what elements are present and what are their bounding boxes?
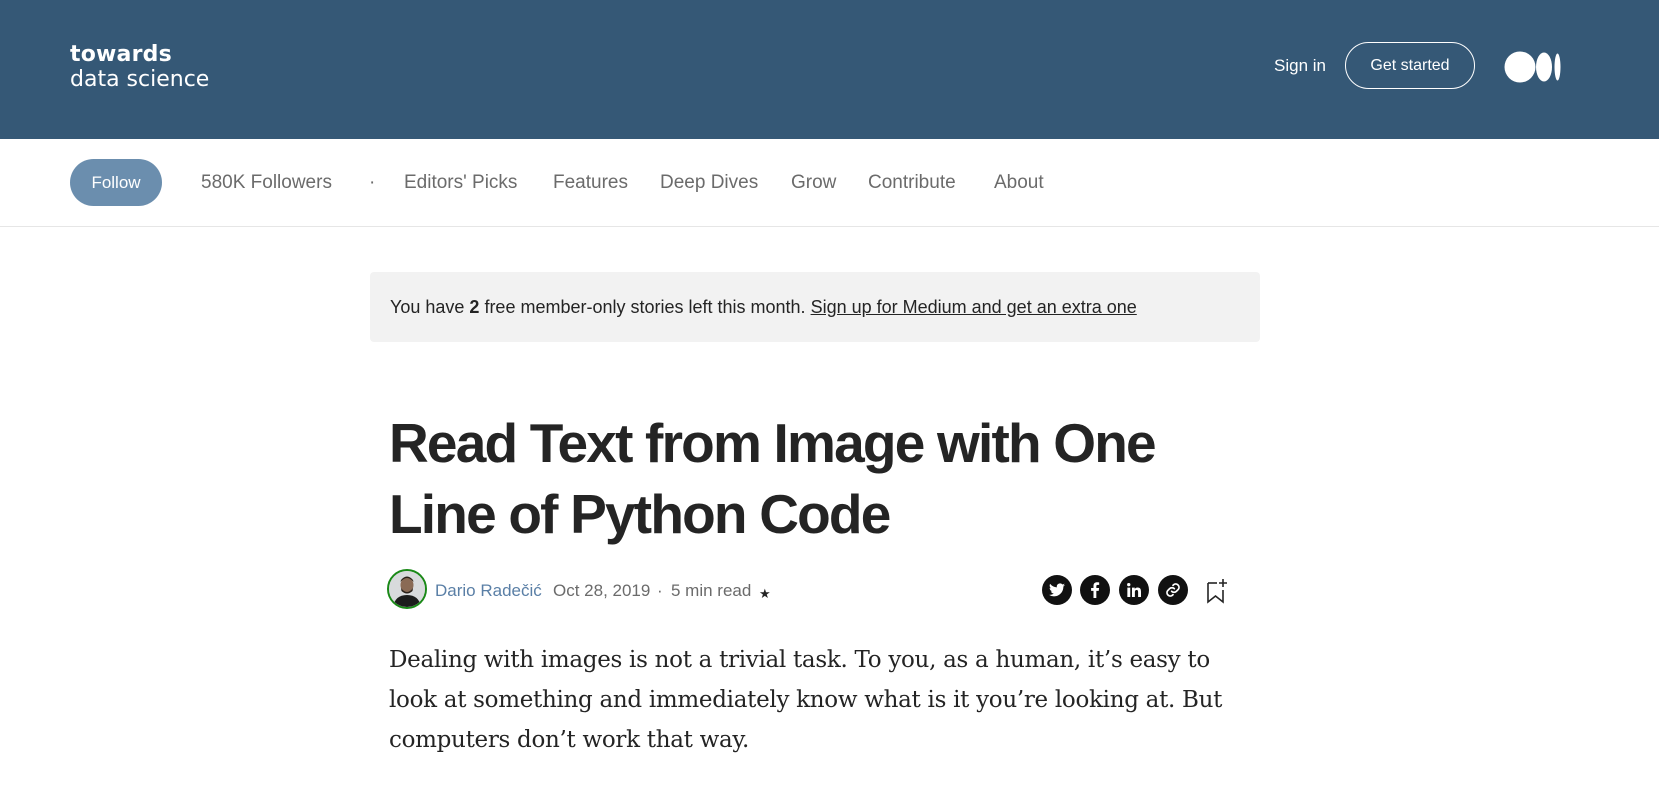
medium-logo-icon[interactable] <box>1504 51 1562 83</box>
author-name[interactable]: Dario Radečić <box>435 580 542 602</box>
nav-item-features[interactable]: Features <box>553 171 628 195</box>
meta-separator: · <box>657 581 663 600</box>
twitter-icon[interactable] <box>1042 575 1072 605</box>
get-started-button[interactable]: Get started <box>1345 42 1475 89</box>
stories-left-count: 2 <box>469 297 480 317</box>
nav-separator: · <box>369 172 376 193</box>
towards-data-science-logo[interactable]: towards data science <box>70 44 209 91</box>
logo-line-1: towards <box>70 42 172 67</box>
bookmark-add-icon[interactable] <box>1205 575 1229 605</box>
banner-prefix: You have <box>390 297 470 317</box>
member-stories-banner: You have 2 free member-only stories left… <box>370 272 1260 342</box>
followers-count[interactable]: 580K Followers <box>201 171 332 195</box>
linkedin-icon[interactable] <box>1119 575 1149 605</box>
avatar-image <box>389 571 425 607</box>
nav-item-deep-dives[interactable]: Deep Dives <box>660 171 758 195</box>
nav-item-editors-picks[interactable]: Editors' Picks <box>404 171 517 195</box>
banner-suffix: free member-only stories left this month… <box>479 297 811 317</box>
nav-item-contribute[interactable]: Contribute <box>868 171 956 195</box>
banner-text: You have 2 free member-only stories left… <box>390 296 1137 318</box>
author-avatar[interactable] <box>387 569 427 609</box>
publication-nav: Follow 580K Followers · Editors' Picks F… <box>0 139 1659 227</box>
link-icon[interactable] <box>1158 575 1188 605</box>
article-title: Read Text from Image with One Line of Py… <box>389 412 1157 545</box>
follow-button[interactable]: Follow <box>70 159 162 206</box>
member-only-star-icon: ★ <box>759 586 771 601</box>
sign-in-link[interactable]: Sign in <box>1274 55 1326 77</box>
read-time: 5 min read <box>671 581 752 600</box>
nav-item-about[interactable]: About <box>994 171 1044 195</box>
logo-line-2: data science <box>70 67 210 92</box>
article-paragraph: Dealing with images is not a trivial tas… <box>389 647 1223 753</box>
site-header: towards data science Sign in Get started <box>0 0 1659 139</box>
nav-item-grow[interactable]: Grow <box>791 171 836 195</box>
sign-up-link[interactable]: Sign up for Medium and get an extra one <box>811 297 1137 317</box>
facebook-icon[interactable] <box>1080 575 1110 605</box>
publish-date[interactable]: Oct 28, 2019 <box>553 580 650 602</box>
